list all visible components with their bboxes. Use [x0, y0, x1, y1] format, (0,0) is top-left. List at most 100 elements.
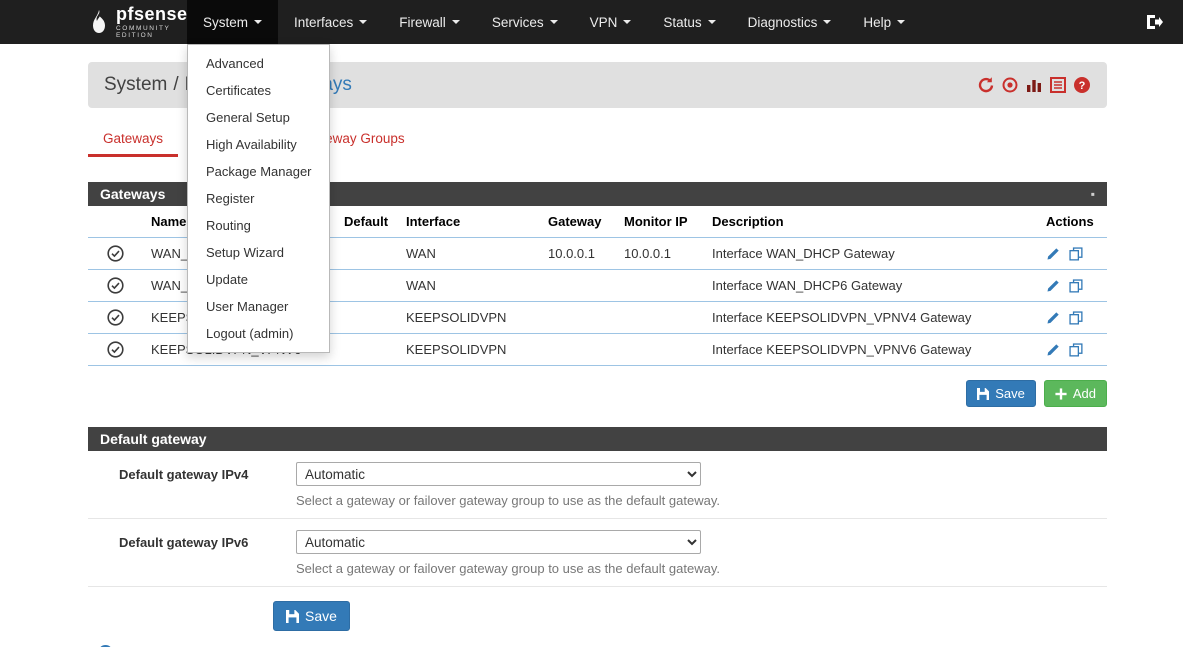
nav-item-interfaces[interactable]: Interfaces [278, 0, 383, 44]
gateway-default [336, 238, 398, 270]
status-dot-icon[interactable] [1001, 76, 1019, 94]
nav-item-status[interactable]: Status [647, 0, 731, 44]
gateway-monitor-ip: 10.0.0.1 [616, 238, 704, 270]
menu-item-high-availability[interactable]: High Availability [188, 131, 329, 158]
caret-down-icon [254, 20, 262, 24]
add-button-label: Add [1073, 386, 1096, 401]
menu-item-general-setup[interactable]: General Setup [188, 104, 329, 131]
gateway-default [336, 270, 398, 302]
breadcrumb-separator: / [167, 74, 184, 95]
caret-down-icon [897, 20, 905, 24]
default-gateway-ipv6-label: Default gateway IPv6 [119, 530, 265, 576]
col-monitor-ip: Monitor IP [616, 206, 704, 238]
pfsense-logo[interactable]: pfsense COMMUNITY EDITION [0, 0, 187, 44]
default-gateway-ipv4-select[interactable]: Automatic [296, 462, 701, 486]
default-gateway-ipv4-help: Select a gateway or failover gateway gro… [296, 493, 720, 508]
top-navbar: pfsense COMMUNITY EDITION System Interfa… [0, 0, 1183, 44]
caret-down-icon [550, 20, 558, 24]
gateway-description: Interface WAN_DHCP Gateway [704, 238, 1038, 270]
gateway-address [540, 302, 616, 334]
default-gateway-panel-title: Default gateway [100, 431, 207, 447]
caret-down-icon [823, 20, 831, 24]
system-dropdown-menu: Advanced Certificates General Setup High… [187, 44, 330, 353]
menu-item-setup-wizard[interactable]: Setup Wizard [188, 239, 329, 266]
col-gateway: Gateway [540, 206, 616, 238]
brand-name: pfsense [116, 5, 188, 23]
tab-gateways[interactable]: Gateways [88, 122, 178, 157]
check-circle-icon [107, 341, 124, 358]
save-button[interactable]: Save [966, 380, 1036, 407]
refresh-icon[interactable] [977, 76, 995, 94]
menu-item-certificates[interactable]: Certificates [188, 77, 329, 104]
help-icon[interactable]: ? [1073, 76, 1091, 94]
gateway-monitor-ip [616, 302, 704, 334]
add-button[interactable]: Add [1044, 380, 1107, 407]
nav-item-system[interactable]: System [187, 0, 278, 44]
gateway-interface: WAN [398, 270, 540, 302]
nav-item-label: VPN [590, 15, 618, 30]
default-gateway-ipv6-help: Select a gateway or failover gateway gro… [296, 561, 720, 576]
gateway-address [540, 270, 616, 302]
nav-item-diagnostics[interactable]: Diagnostics [732, 0, 848, 44]
edit-pencil-icon[interactable] [1046, 311, 1060, 325]
default-gateway-panel-header: Default gateway [88, 427, 1107, 451]
default-gateway-ipv6-select[interactable]: Automatic [296, 530, 701, 554]
save-button-label: Save [305, 608, 337, 624]
nav-item-services[interactable]: Services [476, 0, 574, 44]
log-icon[interactable] [1049, 76, 1067, 94]
gateway-address [540, 334, 616, 366]
brand-edition: COMMUNITY EDITION [116, 26, 188, 39]
default-gateway-panel: Default gateway Default gateway IPv4 Aut… [88, 427, 1107, 587]
nav-item-firewall[interactable]: Firewall [383, 0, 476, 44]
breadcrumb-system[interactable]: System [104, 74, 167, 95]
menu-item-update[interactable]: Update [188, 266, 329, 293]
nav-item-help[interactable]: Help [847, 0, 921, 44]
col-description: Description [704, 206, 1038, 238]
form-actions: Save [273, 601, 1183, 631]
gateway-default [336, 302, 398, 334]
col-interface: Interface [398, 206, 540, 238]
default-gateway-ipv4-label: Default gateway IPv4 [119, 462, 265, 508]
default-gateway-ipv4-row: Default gateway IPv4 Automatic Select a … [88, 451, 1107, 519]
copy-icon[interactable] [1069, 311, 1083, 325]
edit-pencil-icon[interactable] [1046, 247, 1060, 261]
nav-item-label: Diagnostics [748, 15, 818, 30]
collapse-panel-icon[interactable]: ▪ [1091, 187, 1095, 201]
menu-item-logout[interactable]: Logout (admin) [188, 320, 329, 347]
save-icon [286, 610, 299, 623]
caret-down-icon [359, 20, 367, 24]
edit-pencil-icon[interactable] [1046, 343, 1060, 357]
gateway-interface: WAN [398, 238, 540, 270]
caret-down-icon [708, 20, 716, 24]
gateway-interface: KEEPSOLIDVPN [398, 334, 540, 366]
main-menu: System Interfaces Firewall Services VPN … [187, 0, 921, 44]
save-button-label: Save [995, 386, 1025, 401]
flame-logo-icon [88, 9, 110, 35]
gateway-interface: KEEPSOLIDVPN [398, 302, 540, 334]
menu-item-register[interactable]: Register [188, 185, 329, 212]
copy-icon[interactable] [1069, 343, 1083, 357]
gateways-panel-title: Gateways [100, 186, 165, 202]
default-gateway-ipv6-row: Default gateway IPv6 Automatic Select a … [88, 519, 1107, 587]
col-status [88, 206, 143, 238]
caret-down-icon [623, 20, 631, 24]
menu-item-routing[interactable]: Routing [188, 212, 329, 239]
page-header-icons: ? [977, 76, 1091, 94]
monitoring-chart-icon[interactable] [1025, 76, 1043, 94]
menu-item-advanced[interactable]: Advanced [188, 50, 329, 77]
plus-icon [1055, 388, 1067, 400]
copy-icon[interactable] [1069, 279, 1083, 293]
nav-item-label: Status [663, 15, 701, 30]
gateway-description: Interface KEEPSOLIDVPN_VPNV6 Gateway [704, 334, 1038, 366]
logout-icon[interactable] [1146, 14, 1163, 30]
gateway-monitor-ip [616, 270, 704, 302]
copy-icon[interactable] [1069, 247, 1083, 261]
gateway-default [336, 334, 398, 366]
save-default-gateway-button[interactable]: Save [273, 601, 350, 631]
edit-pencil-icon[interactable] [1046, 279, 1060, 293]
gateway-address: 10.0.0.1 [540, 238, 616, 270]
check-circle-icon [107, 309, 124, 326]
menu-item-package-manager[interactable]: Package Manager [188, 158, 329, 185]
menu-item-user-manager[interactable]: User Manager [188, 293, 329, 320]
nav-item-vpn[interactable]: VPN [574, 0, 648, 44]
